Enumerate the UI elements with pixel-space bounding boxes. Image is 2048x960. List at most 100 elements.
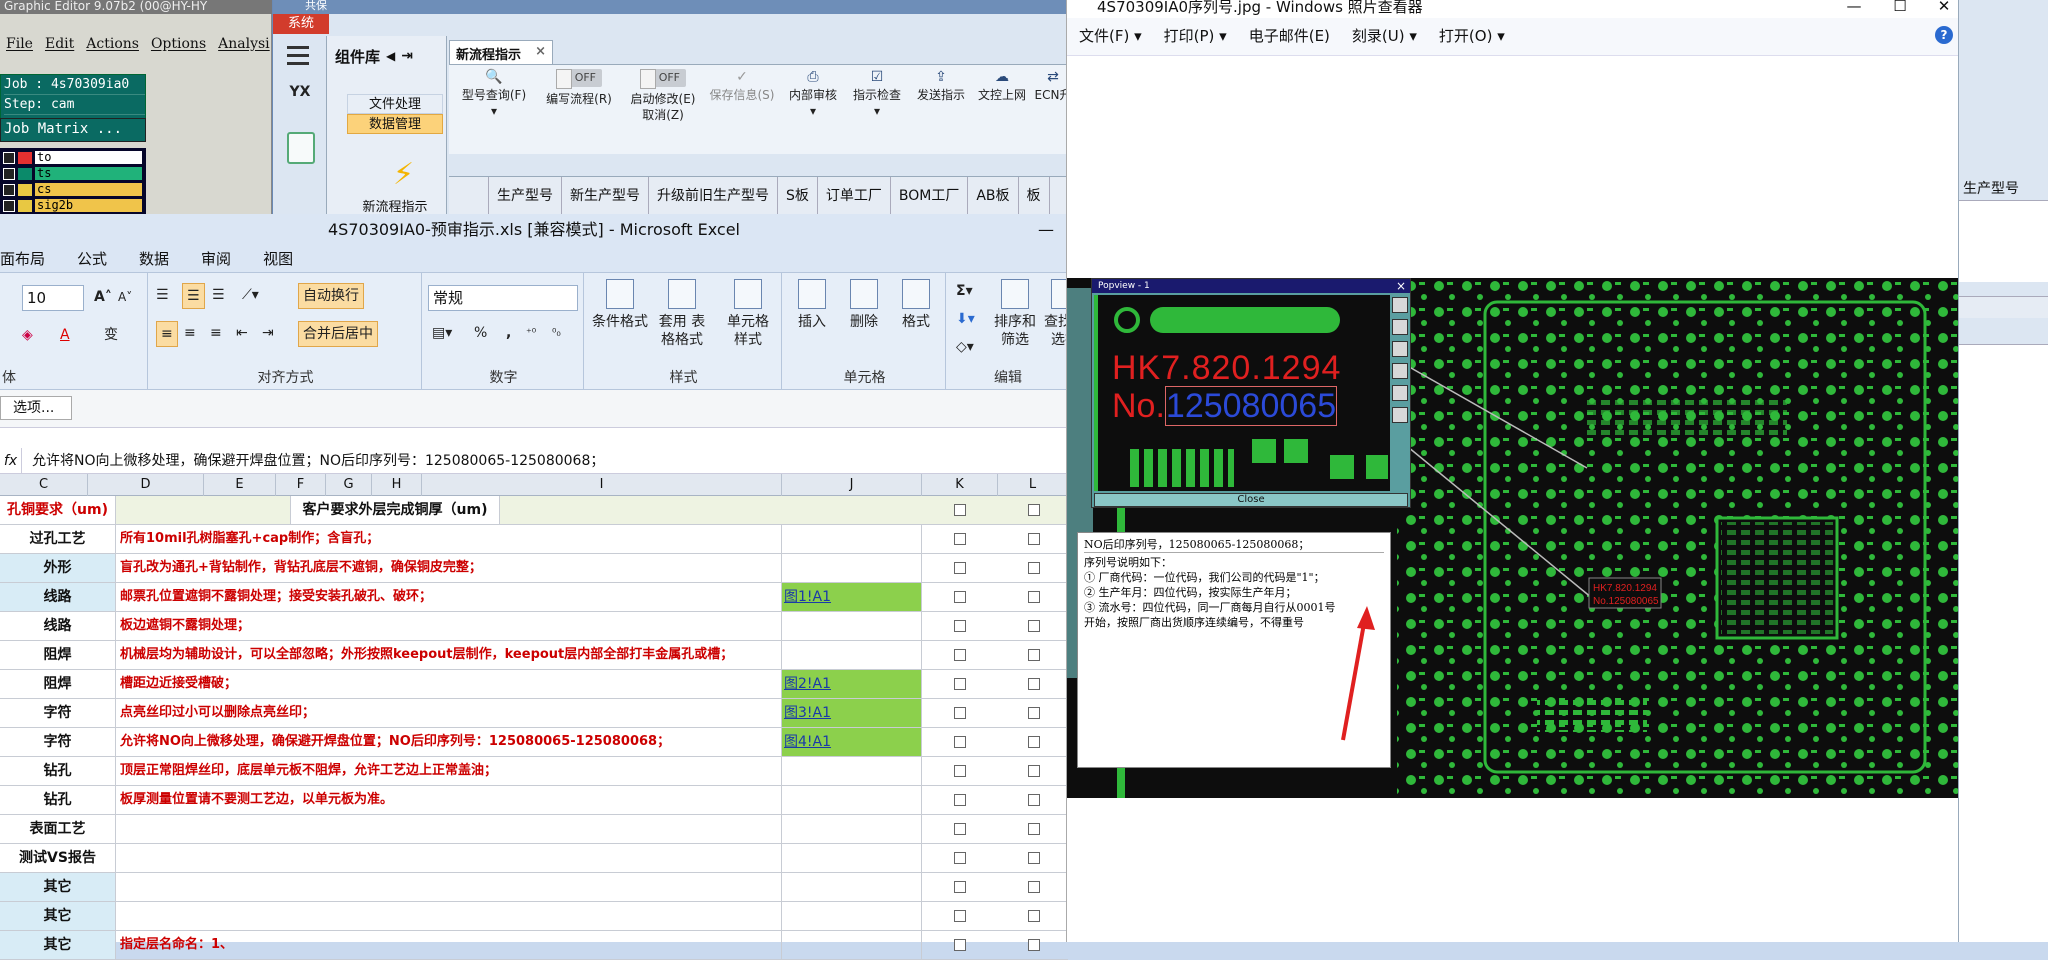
tab-view[interactable]: 视图 — [263, 246, 293, 272]
column-header[interactable]: 生产型号 — [489, 176, 562, 215]
copper-header-cell[interactable]: 孔铜要求（um) — [0, 496, 116, 524]
write-flow-toggle[interactable]: OFF 编写流程(R) — [539, 69, 619, 107]
column-header-e[interactable]: E — [204, 474, 276, 496]
reference-link[interactable]: 图2!A1 — [784, 676, 831, 692]
requirement-cell[interactable] — [116, 815, 782, 843]
checkbox[interactable] — [954, 881, 966, 893]
delete-button[interactable]: 删除 — [842, 279, 886, 331]
options-button[interactable]: 选项... — [0, 396, 72, 420]
align-middle-icon[interactable]: ☰ — [182, 283, 205, 309]
table-row[interactable]: 线路 邮票孔位置遮铜不露铜处理；接受安装孔破孔、破环； 图1!A1 — [0, 583, 1068, 612]
tab-page-layout[interactable]: 面布局 — [0, 246, 45, 272]
layer-row[interactable]: cs — [0, 182, 146, 197]
reference-link[interactable]: 图1!A1 — [784, 589, 831, 605]
menu-options[interactable]: Options — [151, 36, 206, 52]
checkbox[interactable] — [1028, 620, 1040, 632]
grow-font-icon[interactable]: A˄ — [94, 285, 112, 311]
doc-tab-close-icon[interactable]: × — [535, 44, 546, 61]
layer-checkbox[interactable] — [3, 199, 15, 212]
table-row[interactable]: 其它 — [0, 902, 1068, 931]
send-instruction-button[interactable]: ⇪ 发送指示 — [911, 69, 971, 103]
checkbox[interactable] — [1028, 823, 1040, 835]
column-header-g[interactable]: G — [326, 474, 372, 496]
autosum-icon[interactable]: Σ▾ — [956, 279, 973, 305]
insert-button[interactable]: 插入 — [790, 279, 834, 331]
reference-link-cell[interactable] — [782, 525, 922, 553]
minimize-button[interactable]: — — [1038, 214, 1054, 246]
requirement-cell[interactable]: 槽距边近接受槽破； — [116, 670, 782, 698]
fx-icon[interactable]: fx — [0, 448, 22, 474]
checkbox[interactable] — [1028, 533, 1040, 545]
menu-edit[interactable]: Edit — [45, 36, 74, 52]
table-row[interactable]: 过孔工艺 所有10mil孔树脂塞孔+cap制作；含盲孔； — [0, 525, 1068, 554]
formula-content[interactable]: 允许将NO向上微移处理，确保避开焊盘位置；NO后印序列号：125080065-1… — [32, 453, 604, 469]
process-label-cell[interactable]: 字符 — [0, 728, 116, 756]
column-header-i[interactable]: I — [422, 474, 782, 496]
model-query-button[interactable]: 🔍 型号查询(F) ▾ — [453, 69, 535, 119]
table-row[interactable]: 其它 — [0, 873, 1068, 902]
checkbox[interactable] — [1028, 736, 1040, 748]
table-row[interactable]: 钻孔 板厚测量位置请不要测工艺边，以单元板为准。 — [0, 786, 1068, 815]
outer-copper-header-cell[interactable]: 客户要求外层完成铜厚（um) — [290, 496, 500, 524]
column-header[interactable]: 新生产型号 — [562, 176, 649, 215]
checkbox[interactable] — [954, 939, 966, 951]
sort-filter-button[interactable]: 排序和 筛选 — [992, 279, 1038, 349]
layer-checkbox[interactable] — [3, 167, 15, 180]
number-format-select[interactable]: 常规 — [428, 285, 578, 311]
reference-link-cell[interactable]: 图3!A1 — [782, 699, 922, 727]
menu-print[interactable]: 打印(P) ▾ — [1164, 18, 1227, 55]
menu-open[interactable]: 打开(O) ▾ — [1439, 18, 1505, 55]
menu-email[interactable]: 电子邮件(E) — [1249, 18, 1330, 55]
checkbox[interactable] — [954, 852, 966, 864]
fill-icon[interactable]: ⬇▾ — [956, 307, 975, 333]
checkbox[interactable] — [1028, 504, 1040, 516]
formula-bar[interactable]: fx 允许将NO向上微移处理，确保避开焊盘位置；NO后印序列号：125080065… — [0, 448, 1068, 474]
reference-link-cell[interactable] — [782, 873, 922, 901]
reference-link[interactable]: 图3!A1 — [784, 705, 831, 721]
column-header-c[interactable]: C — [0, 474, 88, 496]
reference-link-cell[interactable] — [782, 612, 922, 640]
checkbox[interactable] — [954, 678, 966, 690]
process-label-cell[interactable]: 线路 — [0, 583, 116, 611]
checkbox[interactable] — [954, 649, 966, 661]
layer-row[interactable]: ts — [0, 166, 146, 181]
column-header[interactable]: AB板 — [968, 176, 1019, 215]
yx-logo[interactable]: YX — [285, 84, 315, 120]
select-all-checkbox[interactable] — [449, 176, 489, 215]
table-row[interactable]: 表面工艺 — [0, 815, 1068, 844]
column-header[interactable]: 升级前旧生产型号 — [649, 176, 778, 215]
increase-indent-icon[interactable]: ⇥ — [262, 321, 274, 347]
reference-link[interactable]: 图4!A1 — [784, 734, 831, 750]
decrease-decimal-icon[interactable]: ⁰₀ — [552, 321, 561, 347]
reference-link-cell[interactable]: 图2!A1 — [782, 670, 922, 698]
table-row[interactable]: 字符 点亮丝印过小可以删除点亮丝印； 图3!A1 — [0, 699, 1068, 728]
column-header[interactable]: 板 — [1019, 176, 1050, 215]
start-edit-toggle[interactable]: OFF 启动修改(E) 取消(Z) — [623, 69, 703, 123]
requirement-cell[interactable]: 所有10mil孔树脂塞孔+cap制作；含盲孔； — [116, 525, 782, 553]
checkbox[interactable] — [954, 765, 966, 777]
table-row[interactable]: 线路 板边遮铜不露铜处理； — [0, 612, 1068, 641]
new-flow-label[interactable]: 新流程指示 — [345, 196, 445, 215]
process-label-cell[interactable]: 其它 — [0, 902, 116, 930]
process-label-cell[interactable]: 其它 — [0, 931, 116, 959]
requirement-cell[interactable] — [116, 873, 782, 901]
fill-color-icon[interactable]: ◈ — [22, 323, 33, 349]
requirement-cell[interactable]: 机械层均为辅助设计，可以全部忽略；外形按照keepout层制作，keepout层… — [116, 641, 782, 669]
checkbox[interactable] — [1028, 881, 1040, 893]
process-label-cell[interactable]: 其它 — [0, 873, 116, 901]
reference-link-cell[interactable] — [782, 554, 922, 582]
align-left-icon[interactable]: ≡ — [156, 321, 178, 347]
checkbox[interactable] — [1028, 794, 1040, 806]
checkbox[interactable] — [1028, 852, 1040, 864]
merge-center-button[interactable]: 合并后居中 — [298, 321, 378, 347]
process-label-cell[interactable]: 线路 — [0, 612, 116, 640]
reference-link-cell[interactable]: 图4!A1 — [782, 728, 922, 756]
table-row[interactable]: 测试VS报告 — [0, 844, 1068, 873]
decrease-indent-icon[interactable]: ⇤ — [236, 321, 248, 347]
clear-icon[interactable]: ◇▾ — [956, 335, 974, 361]
doc-tab-new-flow[interactable]: 新流程指示 × — [449, 40, 553, 64]
process-label-cell[interactable]: 表面工艺 — [0, 815, 116, 843]
checkbox[interactable] — [1028, 678, 1040, 690]
reference-link-cell[interactable]: 图1!A1 — [782, 583, 922, 611]
table-row[interactable]: 阻焊 机械层均为辅助设计，可以全部忽略；外形按照keepout层制作，keepou… — [0, 641, 1068, 670]
